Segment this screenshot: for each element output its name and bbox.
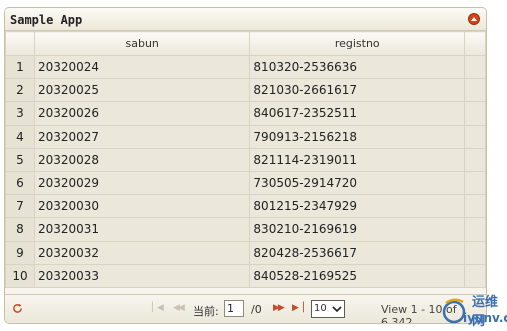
collapse-toggle-icon[interactable]	[468, 13, 480, 25]
registno-cell: 840528-2169525	[249, 263, 466, 288]
grid-window: Sample App sabun registno 1 20320024 81032…	[4, 7, 487, 324]
scrollbar-gap-cell	[464, 54, 486, 80]
table-row[interactable]: 7 20320030 801215-2347929	[5, 194, 486, 219]
sabun-cell: 20320024	[33, 54, 251, 80]
prev-page-icon[interactable]: ◀◀	[173, 303, 185, 313]
row-number-cell: 5	[5, 147, 35, 172]
watermark-text-url: iyunv.com	[463, 311, 507, 325]
table-row[interactable]: 5 20320028 821114-2319011	[5, 147, 486, 172]
row-number-cell: 2	[5, 78, 35, 103]
rows-per-page-value: 10	[314, 303, 327, 314]
registno-cell: 821030-2661617	[249, 78, 466, 103]
next-page-icon[interactable]: ▶▶	[273, 303, 285, 313]
sabun-cell: 20320025	[33, 78, 251, 103]
scrollbar-gap-cell	[464, 194, 486, 219]
sabun-cell: 20320031	[33, 217, 251, 242]
sabun-cell: 20320028	[33, 147, 251, 172]
registno-cell: 810320-2536636	[249, 54, 466, 80]
page-total: /0	[251, 303, 262, 316]
scrollbar-gap-cell	[464, 217, 486, 242]
scrollbar-gap-cell	[464, 78, 486, 103]
sabun-cell: 20320030	[33, 194, 251, 219]
watermark: 运维网 iyunv.com	[440, 290, 507, 330]
scrollbar-header-gap	[464, 31, 486, 56]
scrollbar-gap-cell	[464, 124, 486, 149]
first-page-icon[interactable]: ▏◀	[152, 303, 164, 313]
page-label: 当前:	[193, 305, 219, 318]
last-page-icon[interactable]: ▶▕	[292, 303, 304, 313]
registno-cell: 820428-2536617	[249, 240, 466, 265]
row-number-header	[5, 31, 35, 56]
sabun-cell: 20320026	[33, 101, 251, 126]
scrollbar-gap-cell	[464, 147, 486, 172]
table-row[interactable]: 1 20320024 810320-2536636	[5, 54, 486, 80]
registno-cell: 730505-2914720	[249, 170, 466, 196]
pager-bar: ▏◀ ◀◀ 当前: /0 ▶▶ ▶▕ 10 View 1 - 10 of 6,3…	[5, 294, 486, 323]
refresh-icon[interactable]	[12, 303, 23, 314]
column-header-registno[interactable]: registno	[249, 31, 466, 56]
page-number-input[interactable]	[224, 300, 244, 317]
table-row[interactable]: 8 20320031 830210-2169619	[5, 217, 486, 242]
registno-cell: 840617-2352511	[249, 101, 466, 126]
registno-cell: 801215-2347929	[249, 194, 466, 219]
grid-body: sabun registno 1 20320024 810320-2536636 2 2…	[5, 31, 486, 293]
grid-caption: Sample App	[5, 8, 486, 31]
rows-per-page-select[interactable]: 10	[311, 300, 345, 318]
table-row[interactable]: 4 20320027 790913-2156218	[5, 124, 486, 149]
column-header-sabun[interactable]: sabun	[33, 31, 251, 56]
scrollbar-gap-cell	[464, 170, 486, 196]
registno-cell: 821114-2319011	[249, 147, 466, 172]
registno-cell: 790913-2156218	[249, 124, 466, 149]
scrollbar-gap-cell	[464, 240, 486, 265]
chevron-down-icon	[332, 306, 342, 312]
row-number-cell: 1	[5, 54, 35, 80]
row-number-cell: 8	[5, 217, 35, 242]
sabun-cell: 20320029	[33, 170, 251, 196]
scrollbar-gap-cell	[464, 263, 486, 288]
table-row[interactable]: 6 20320029 730505-2914720	[5, 170, 486, 196]
row-number-cell: 4	[5, 124, 35, 149]
row-number-cell: 7	[5, 194, 35, 219]
scrollbar-gap-cell	[464, 101, 486, 126]
table-row[interactable]: 10 20320033 840528-2169525	[5, 263, 486, 288]
row-number-cell: 9	[5, 240, 35, 265]
grid-title: Sample App	[10, 13, 83, 27]
table-row[interactable]: 2 20320025 821030-2661617	[5, 78, 486, 103]
row-number-cell: 6	[5, 170, 35, 196]
row-number-cell: 3	[5, 101, 35, 126]
sabun-cell: 20320032	[33, 240, 251, 265]
sabun-cell: 20320027	[33, 124, 251, 149]
sabun-cell: 20320033	[33, 263, 251, 288]
table-row[interactable]: 3 20320026 840617-2352511	[5, 101, 486, 126]
row-number-cell: 10	[5, 263, 35, 288]
registno-cell: 830210-2169619	[249, 217, 466, 242]
table-row[interactable]: 9 20320032 820428-2536617	[5, 240, 486, 265]
header-row: sabun registno	[5, 31, 486, 56]
data-table: sabun registno 1 20320024 810320-2536636 2 2…	[5, 31, 486, 288]
